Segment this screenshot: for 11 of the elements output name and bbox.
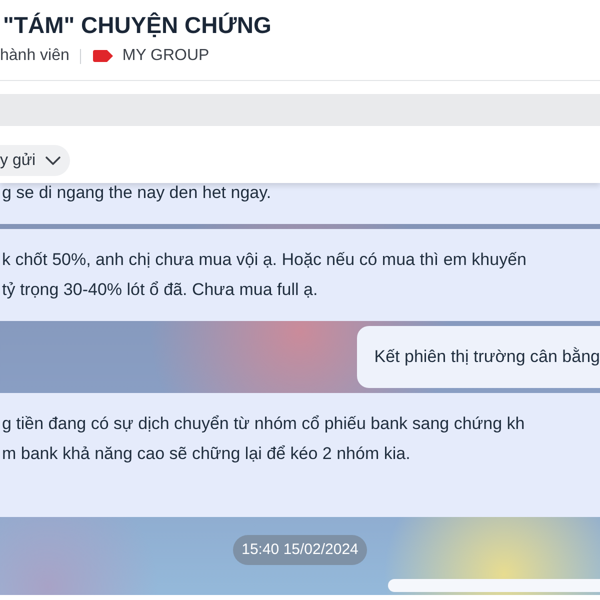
group-title: "TÁM" CHUYỆN CHỨNG bbox=[3, 11, 272, 40]
group-label[interactable]: MY GROUP bbox=[122, 47, 210, 65]
timestamp-badge: 15:40 15/02/2024 bbox=[232, 535, 368, 565]
message-text: k chốt 50%, anh chị chưa mua vội ạ. Hoặc nếu có mua thì em khuyến tỷ trọng 30-40% lót ổ đã. Chưa mua full ạ. bbox=[2, 249, 527, 301]
tag-icon bbox=[93, 50, 114, 62]
message-text: Kết phiên thị trường cân bằng bbox=[374, 346, 600, 368]
message-text: g tiền đang có sự dịch chuyển từ nhóm cổ phiếu bank sang chứng kh m bank khả năng cao sẽ chững lại để kéo 2 nhóm kia. bbox=[2, 413, 525, 465]
message-text: g se di ngang the nay den het ngay. bbox=[2, 183, 272, 204]
chevron-icon bbox=[44, 156, 61, 166]
filter-dropdown[interactable]: y gửi bbox=[0, 145, 70, 176]
member-count: hành viên bbox=[0, 47, 70, 65]
